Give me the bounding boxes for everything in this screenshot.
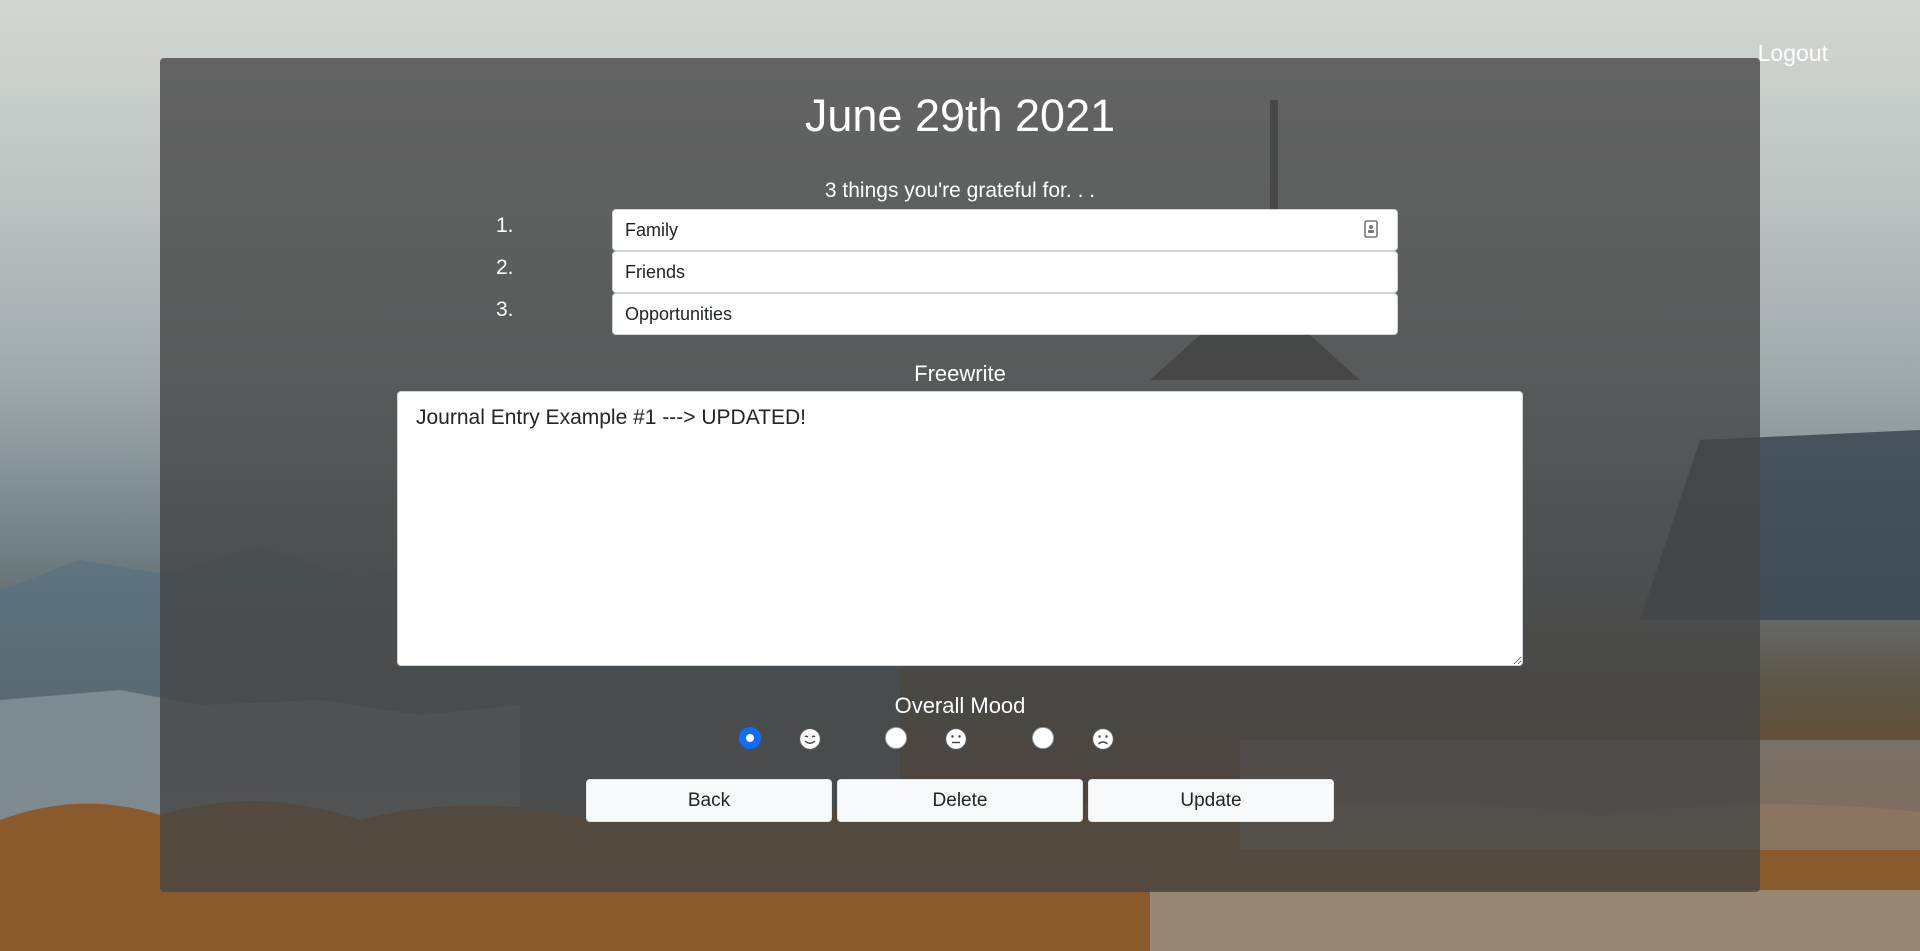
mood-radio-sad[interactable] (1032, 727, 1054, 749)
smiling-face-icon (798, 727, 822, 751)
grateful-item-input-3[interactable] (612, 293, 1398, 335)
entry-date-heading: June 29th 2021 (804, 90, 1116, 141)
grateful-item-input-1[interactable] (612, 209, 1398, 251)
journal-entry-panel: June 29th 2021 3 things you're grateful … (160, 58, 1760, 892)
grateful-item-input-2[interactable] (612, 251, 1398, 293)
autofill-contact-icon[interactable] (1364, 220, 1378, 238)
mood-radio-neutral[interactable] (885, 727, 907, 749)
freewrite-label: Freewrite (914, 361, 1006, 386)
frowning-face-icon (1091, 727, 1115, 751)
overall-mood-label: Overall Mood (894, 693, 1026, 718)
freewrite-textarea[interactable]: Journal Entry Example #1 ---> UPDATED! (397, 391, 1523, 666)
mood-radio-happy[interactable] (739, 727, 761, 749)
back-button[interactable]: Back (586, 779, 832, 822)
grateful-item-number-1: 1. (496, 214, 514, 237)
grateful-section-title: 3 things you're grateful for. . . (824, 179, 1096, 202)
grateful-item-number-3: 3. (496, 298, 514, 321)
neutral-face-icon (944, 727, 968, 751)
grateful-item-number-2: 2. (496, 256, 514, 279)
update-button[interactable]: Update (1088, 779, 1334, 822)
logout-link[interactable]: Logout (1758, 40, 1828, 67)
delete-button[interactable]: Delete (837, 779, 1083, 822)
